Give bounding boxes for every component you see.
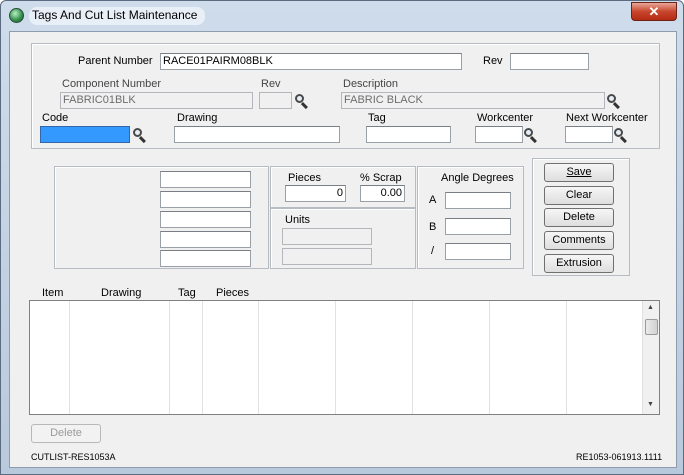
extrusion-label: Extrusion (556, 257, 602, 269)
angle-c-field[interactable] (445, 243, 511, 260)
angle-a-label: A (429, 194, 437, 206)
search-icon[interactable] (294, 93, 310, 110)
extrusion-button[interactable]: Extrusion (544, 254, 614, 273)
clear-label: Clear (565, 189, 593, 201)
column-header-pieces[interactable]: Pieces (216, 287, 249, 299)
column-divider (412, 301, 413, 414)
scroll-up-arrow-icon[interactable]: ▲ (647, 304, 654, 311)
save-label: Save (566, 166, 592, 178)
tag-label: Tag (368, 112, 386, 124)
side-field-4[interactable] (160, 231, 251, 248)
tag-field[interactable] (366, 126, 451, 143)
close-icon: ✕ (648, 4, 660, 19)
column-header-item[interactable]: Item (42, 287, 63, 299)
drawing-field[interactable] (174, 126, 340, 143)
column-divider (335, 301, 336, 414)
comments-button[interactable]: Comments (544, 231, 614, 250)
close-button[interactable]: ✕ (631, 2, 677, 21)
description-label: Description (343, 78, 399, 90)
angle-b-label: B (429, 221, 437, 233)
next-workcenter-label: Next Workcenter (566, 112, 648, 124)
grid-delete-label: Delete (50, 427, 82, 439)
component-number-field: FABRIC01BLK (60, 92, 253, 109)
scrap-label: % Scrap (360, 172, 402, 184)
parent-number-field[interactable]: RACE01PAIRM08BLK (160, 53, 462, 70)
column-header-drawing[interactable]: Drawing (101, 287, 141, 299)
parent-rev-label: Rev (483, 55, 503, 67)
units-field-2 (282, 248, 372, 265)
comments-label: Comments (552, 234, 606, 246)
save-button[interactable]: Save (544, 163, 614, 182)
vertical-scrollbar[interactable]: ▲ ▼ (642, 301, 659, 414)
cut-list-grid[interactable]: ▲ ▼ (29, 300, 660, 415)
client-area: Parent Number RACE01PAIRM08BLK Rev Compo… (9, 31, 677, 468)
side-field-1[interactable] (160, 171, 251, 188)
parent-rev-field[interactable] (510, 53, 589, 70)
workcenter-field[interactable] (475, 126, 523, 143)
component-number-label: Component Number (62, 78, 162, 90)
search-icon[interactable] (613, 127, 629, 144)
workcenter-label: Workcenter (477, 112, 534, 124)
angle-slash-label: / (431, 245, 435, 257)
next-workcenter-field[interactable] (565, 126, 613, 143)
side-field-2[interactable] (160, 191, 251, 208)
scrap-field[interactable]: 0.00 (360, 185, 405, 202)
app-icon (9, 8, 24, 23)
column-divider (69, 301, 70, 414)
description-field: FABRIC BLACK (341, 92, 605, 109)
pieces-label: Pieces (288, 172, 322, 184)
column-divider (258, 301, 259, 414)
window-title: Tags And Cut List Maintenance (29, 7, 206, 25)
code-label: Code (42, 112, 69, 124)
clear-button[interactable]: Clear (544, 186, 614, 205)
side-field-3[interactable] (160, 211, 251, 228)
drawing-label: Drawing (177, 112, 218, 124)
pieces-field[interactable]: 0 (285, 185, 346, 202)
side-field-5[interactable] (160, 250, 251, 267)
application-window: Tags And Cut List Maintenance ✕ Parent N… (0, 0, 684, 475)
angle-a-field[interactable] (445, 192, 511, 209)
delete-button[interactable]: Delete (544, 208, 614, 227)
angle-degrees-label: Angle Degrees (441, 172, 514, 184)
angle-b-field[interactable] (445, 218, 511, 235)
units-label: Units (285, 214, 311, 226)
parent-number-label: Parent Number (78, 55, 153, 67)
code-field[interactable] (40, 126, 130, 143)
column-header-tag[interactable]: Tag (178, 287, 196, 299)
scroll-down-arrow-icon[interactable]: ▼ (647, 401, 654, 408)
search-icon[interactable] (523, 127, 539, 144)
column-divider (489, 301, 490, 414)
column-divider (202, 301, 203, 414)
column-divider (566, 301, 567, 414)
delete-label: Delete (563, 211, 595, 223)
scroll-thumb[interactable] (645, 319, 658, 335)
search-icon[interactable] (606, 93, 622, 110)
grid-delete-button: Delete (31, 424, 101, 443)
title-bar[interactable]: Tags And Cut List Maintenance ✕ (1, 1, 683, 31)
component-rev-field (259, 92, 292, 109)
units-field-1 (282, 228, 372, 245)
left-status-text: CUTLIST-RES1053A (31, 452, 116, 462)
search-icon[interactable] (132, 127, 148, 144)
right-status-text: RE1053-061913.1111 (576, 452, 663, 462)
component-rev-label: Rev (261, 78, 281, 90)
column-divider (169, 301, 170, 414)
